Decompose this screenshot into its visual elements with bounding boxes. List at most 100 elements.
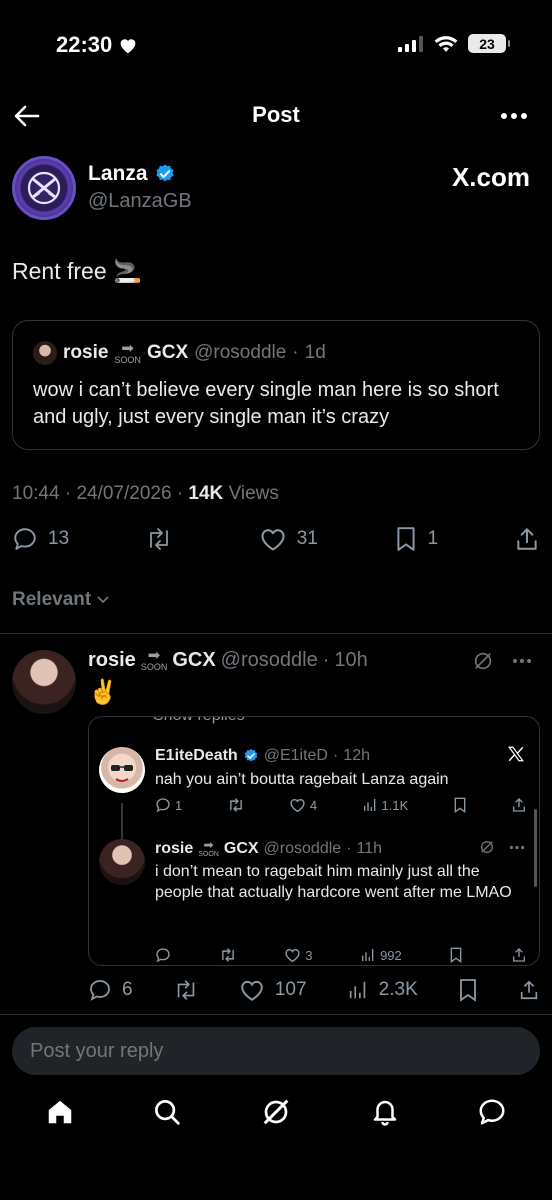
more-options-icon[interactable] <box>512 658 532 664</box>
post-actions: 13 31 1 <box>12 526 540 552</box>
bookmark-button[interactable] <box>458 978 478 1002</box>
reply-avatar[interactable] <box>12 650 76 714</box>
status-indicators: 23 <box>398 34 510 53</box>
tab-home[interactable] <box>45 1097 75 1127</box>
bookmark-icon <box>397 527 415 551</box>
author-avatar[interactable] <box>12 156 76 220</box>
share-icon <box>512 798 525 812</box>
repost-button[interactable] <box>145 526 183 552</box>
tweet-avatar <box>99 839 145 885</box>
bottom-tab-bar <box>0 1096 552 1128</box>
post-date: 24/07/2026 <box>76 483 172 504</box>
reply-icon <box>156 948 170 963</box>
embedded-thread[interactable]: Show replies E1iteDeath @E1iteD · 12h na… <box>88 716 540 966</box>
share-button[interactable] <box>511 947 527 963</box>
scrollbar[interactable] <box>534 809 537 887</box>
post-text: Rent free 🚬 <box>12 258 142 284</box>
reply-button[interactable]: 1 <box>155 797 182 813</box>
share-button[interactable] <box>514 526 540 552</box>
tweet-text: nah you ain’t boutta ragebait Lanza agai… <box>155 771 449 788</box>
verified-badge-icon <box>244 749 257 762</box>
reply-handle: @rosoddle <box>220 648 318 671</box>
reply-button[interactable] <box>155 947 171 963</box>
views-count: 2.3K <box>378 979 418 1000</box>
bookmark-icon <box>451 947 462 963</box>
quoted-name-right: GCX <box>146 342 189 363</box>
battery-icon: 23 <box>468 34 510 53</box>
views-count: 14K <box>188 483 224 504</box>
views-label: Views <box>228 483 279 504</box>
xcom-label: X.com <box>451 162 530 192</box>
separator-dot: · <box>64 483 77 504</box>
views-button[interactable]: 1.1K <box>362 797 409 813</box>
battery-level: 23 <box>479 35 495 52</box>
bookmark-button[interactable] <box>449 947 463 963</box>
reply-icon <box>90 980 110 1001</box>
repost-button[interactable] <box>219 947 237 963</box>
reply-header-actions <box>472 650 532 672</box>
tab-search[interactable] <box>152 1097 182 1127</box>
share-icon <box>517 528 537 550</box>
quoted-tweet[interactable]: rosie ➡ SOON GCX @rosoddle · 1d wow i can… <box>12 320 540 450</box>
views-icon <box>362 949 374 961</box>
x-logo-icon <box>507 745 525 763</box>
tab-notifications[interactable] <box>370 1097 400 1127</box>
heart-outline-icon <box>241 980 263 1001</box>
repost-icon <box>150 528 168 550</box>
quoted-tweet-header: rosie ➡ SOON GCX @rosoddle · 1d <box>33 341 326 365</box>
quoted-handle: @rosoddle <box>194 342 287 363</box>
like-button[interactable]: 4 <box>289 797 317 813</box>
grok-icon[interactable] <box>472 650 494 672</box>
tweet-name-right: GCX <box>223 839 259 857</box>
lanza-logo-icon <box>27 171 61 205</box>
tab-grok[interactable] <box>260 1096 292 1128</box>
like-button[interactable]: 107 <box>239 978 307 1002</box>
wifi-icon <box>434 35 458 53</box>
bookmark-button[interactable]: 1 <box>394 526 438 552</box>
more-options-icon[interactable] <box>500 112 528 120</box>
tweet-age: 12h <box>343 747 370 764</box>
views-count: 1.1K <box>381 797 409 813</box>
grok-icon <box>263 1099 289 1125</box>
share-button[interactable] <box>511 797 527 813</box>
quoted-text: wow i can’t believe every single man her… <box>33 379 499 428</box>
repost-icon <box>177 980 194 1000</box>
show-replies-link[interactable]: Show replies <box>153 717 245 725</box>
share-icon <box>512 948 525 962</box>
views-button[interactable]: 992 <box>360 947 402 963</box>
reply-button[interactable]: 13 <box>12 526 69 552</box>
page-title: Post <box>252 102 300 127</box>
more-options-icon[interactable] <box>509 845 525 850</box>
reply-button[interactable]: 6 <box>88 978 133 1002</box>
tab-messages[interactable] <box>477 1097 507 1127</box>
soon-arrow-icon: ➡ SOON <box>140 647 168 672</box>
views-icon <box>363 799 375 811</box>
bookmark-button[interactable] <box>453 797 467 813</box>
tweet-actions: 3 992 <box>155 947 527 963</box>
heart-outline-icon <box>261 529 285 551</box>
views-button[interactable]: 2.3K <box>347 979 418 1001</box>
separator-dot: · <box>176 483 189 504</box>
like-button[interactable]: 3 <box>284 947 312 963</box>
author-handle[interactable]: @LanzaGB <box>88 190 192 213</box>
sort-dropdown[interactable]: Relevant <box>12 589 109 611</box>
soon-arrow-icon: ➡ SOON <box>198 838 219 858</box>
soon-arrow-icon: ➡ SOON <box>114 340 141 365</box>
separator-dot: · <box>346 839 352 857</box>
reply-input[interactable] <box>12 1027 540 1075</box>
like-button[interactable]: 31 <box>259 526 318 552</box>
reply-name-left[interactable]: rosie <box>88 649 136 672</box>
author-name[interactable]: Lanza <box>88 162 176 186</box>
tweet-handle: @E1iteD <box>263 747 328 764</box>
share-button[interactable] <box>518 979 540 1001</box>
status-time: 22:30 <box>56 32 138 58</box>
repost-button[interactable] <box>227 797 245 813</box>
grok-icon[interactable] <box>479 839 495 855</box>
tweet-text: i don’t mean to ragebait him mainly just… <box>155 863 512 901</box>
soon-label: SOON <box>198 851 219 858</box>
tweet-name-left: rosie <box>155 839 194 857</box>
repost-button[interactable] <box>173 978 199 1002</box>
reply-name-right[interactable]: GCX <box>172 649 215 672</box>
tweet-age: 11h <box>356 839 383 857</box>
soon-label: SOON <box>114 355 141 365</box>
